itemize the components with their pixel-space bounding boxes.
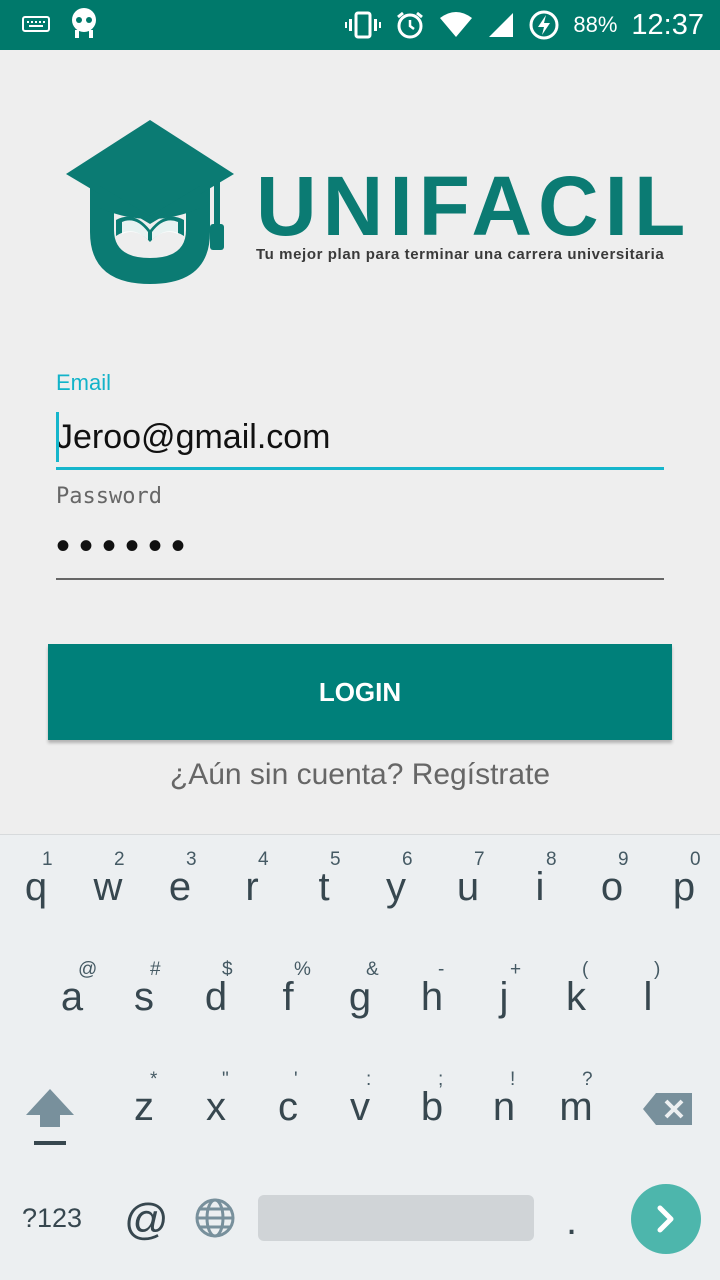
key-label: c (278, 1085, 298, 1129)
key-k[interactable]: (k (540, 945, 612, 1053)
key-label: q (24, 865, 48, 909)
email-value: Jeroo@gmail.com (56, 418, 331, 456)
logo-tagline: Tu mejor plan para terminar una carrera … (256, 246, 665, 263)
key-m[interactable]: ? m (540, 1055, 612, 1163)
key-label: a (60, 975, 84, 1019)
vibrate-icon (345, 11, 382, 39)
key-label: u (456, 865, 480, 909)
key-d[interactable]: $ d (180, 945, 252, 1053)
key-i[interactable]: 8i (504, 835, 576, 943)
chevron-right-icon (657, 1205, 674, 1233)
backspace-icon[interactable] (642, 1092, 694, 1126)
password-field[interactable]: •••••• (56, 520, 664, 580)
register-link[interactable]: ¿Aún sin cuenta? Regístrate (0, 758, 720, 792)
email-field[interactable]: Jeroo@gmail.com (56, 408, 664, 470)
key-z[interactable]: * z (108, 1055, 180, 1163)
battery-charging-icon (529, 10, 559, 40)
graduation-cap-icon (66, 120, 234, 284)
android-robot-icon (72, 8, 96, 38)
spacebar-key[interactable] (258, 1195, 534, 1241)
key-e[interactable]: 3e (144, 835, 216, 943)
key-t[interactable]: 5t (288, 835, 360, 943)
symbols-key[interactable]: ?123 (22, 1203, 82, 1234)
key-label: m (559, 1085, 593, 1129)
key-w[interactable]: 2w (72, 835, 144, 943)
key-label: p (672, 865, 696, 909)
key-label: w (93, 865, 123, 909)
wifi-icon (440, 12, 473, 37)
key-l[interactable]: ) l (612, 945, 684, 1053)
text-cursor (56, 412, 59, 462)
key-x[interactable]: " x (180, 1055, 252, 1163)
key-label: n (492, 1085, 516, 1129)
key-label: i (535, 865, 545, 909)
key-label: l (643, 975, 653, 1019)
status-bar: 88% 12:37 (0, 0, 720, 50)
soft-keyboard: 1q2w3e4r5t6y7u8i9o0p @ a # s $ d% f & g - h + j(k) l … (0, 834, 720, 1280)
key-label: z (134, 1085, 154, 1129)
key-u[interactable]: 7u (432, 835, 504, 943)
key-y[interactable]: 6y (360, 835, 432, 943)
key-label: d (204, 975, 228, 1019)
key-v[interactable]: :v (324, 1055, 396, 1163)
signal-icon (489, 13, 514, 37)
key-n[interactable]: ! n (468, 1055, 540, 1163)
key-g[interactable]: & g (324, 945, 396, 1053)
key-label: v (350, 1085, 370, 1129)
key-label: s (134, 975, 154, 1019)
email-label: Email (56, 370, 112, 395)
alarm-icon (397, 11, 424, 39)
clock-time: 12:37 (631, 8, 704, 41)
password-value: •••••• (56, 524, 195, 568)
key-label: k (566, 975, 586, 1019)
key-label: g (348, 975, 372, 1019)
keyboard-icon (22, 16, 50, 32)
key-label: b (420, 1085, 444, 1129)
battery-percent: 88% (573, 12, 618, 37)
key-label: x (206, 1085, 226, 1129)
key-label: h (420, 975, 444, 1019)
globe-icon[interactable] (194, 1197, 236, 1239)
key-label: e (168, 865, 192, 909)
password-label: Password (56, 484, 162, 509)
at-key[interactable]: @ (124, 1195, 169, 1245)
key-a[interactable]: @ a (36, 945, 108, 1053)
key-label: y (386, 865, 406, 909)
key-label: r (245, 865, 259, 909)
key-label: t (318, 865, 330, 909)
key-label: f (282, 975, 294, 1019)
key-h[interactable]: -h (396, 945, 468, 1053)
key-c[interactable]: ' c (252, 1055, 324, 1163)
login-button[interactable]: LOGIN (48, 644, 672, 740)
key-label: o (600, 865, 624, 909)
logo-wordmark: UNIFACIL (256, 159, 692, 253)
key-s[interactable]: # s (108, 945, 180, 1053)
key-label: j (499, 975, 509, 1019)
key-b[interactable]: ; b (396, 1055, 468, 1163)
app-logo: UNIFACIL Tu mejor plan para terminar una… (60, 112, 685, 292)
key-o[interactable]: 9o (576, 835, 648, 943)
shift-icon[interactable] (24, 1085, 76, 1149)
key-p[interactable]: 0p (648, 835, 720, 943)
key-j[interactable]: + j (468, 945, 540, 1053)
key-f[interactable]: % f (252, 945, 324, 1053)
period-key[interactable]: . (566, 1199, 577, 1244)
go-button[interactable] (631, 1184, 701, 1254)
key-r[interactable]: 4r (216, 835, 288, 943)
key-q[interactable]: 1q (0, 835, 72, 943)
